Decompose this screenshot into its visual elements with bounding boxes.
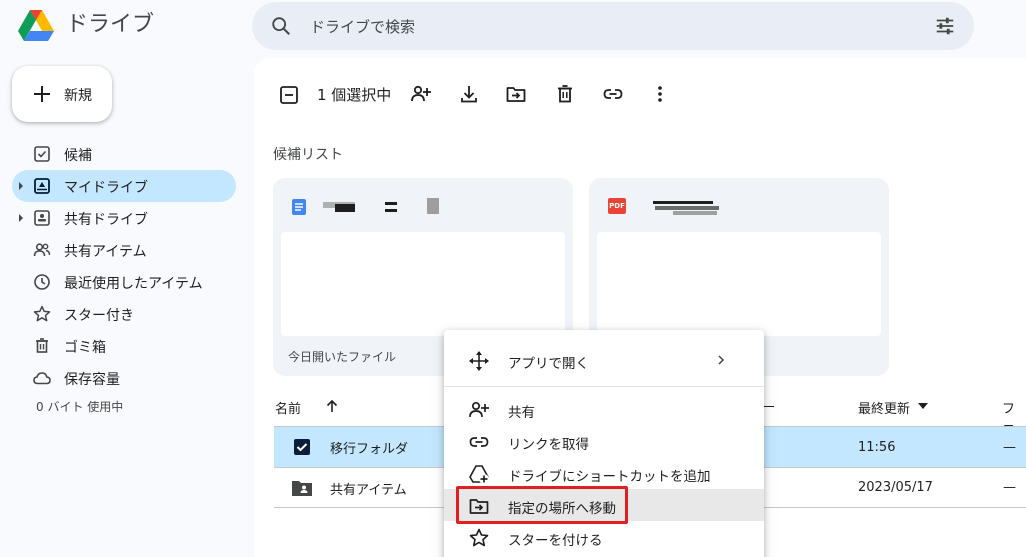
file-size: — bbox=[1003, 440, 1016, 455]
column-header-name[interactable]: 名前 bbox=[275, 398, 301, 417]
menu-item-label: リンクを取得 bbox=[508, 437, 589, 453]
sidebar-item-label: ゴミ箱 bbox=[64, 340, 106, 356]
menu-divider bbox=[444, 386, 764, 387]
add-shortcut-icon bbox=[469, 465, 489, 484]
redacted-filename bbox=[385, 209, 397, 212]
deselect-icon[interactable] bbox=[278, 84, 300, 106]
redacted-filename bbox=[427, 198, 439, 214]
highlight-annotation bbox=[456, 486, 628, 524]
search-input[interactable]: ドライブで検索 bbox=[310, 16, 415, 37]
sidebar-item-shared-drives[interactable]: 共有ドライブ bbox=[12, 202, 236, 234]
selection-count: 1 個選択中 bbox=[317, 86, 392, 104]
redacted-filename bbox=[335, 204, 355, 212]
expand-caret-icon[interactable] bbox=[19, 182, 23, 190]
redacted-filename bbox=[673, 211, 717, 215]
sidebar-item-shared-with-me[interactable]: 共有アイテム bbox=[12, 234, 236, 266]
people-icon bbox=[33, 243, 51, 257]
star-icon bbox=[469, 528, 489, 547]
suggestion-reason: 今日開いたファイル bbox=[288, 350, 397, 364]
column-header-divider bbox=[764, 406, 774, 407]
more-vert-icon[interactable] bbox=[649, 83, 671, 105]
sidebar-item-my-drive[interactable]: マイドライブ bbox=[12, 170, 236, 202]
sidebar-item-recent[interactable]: 最近使用したアイテム bbox=[12, 266, 236, 298]
link-icon bbox=[469, 437, 489, 447]
open-with-icon bbox=[469, 351, 489, 371]
file-modified: 11:56 bbox=[858, 440, 896, 455]
check-box-icon bbox=[34, 146, 50, 162]
file-modified: 2023/05/17 bbox=[858, 480, 933, 495]
shared-folder-icon bbox=[292, 481, 312, 496]
redacted-filename bbox=[385, 202, 397, 205]
cloud-icon bbox=[33, 372, 51, 385]
clock-icon bbox=[34, 274, 50, 290]
my-drive-icon bbox=[34, 178, 50, 194]
redacted-filename bbox=[655, 206, 719, 210]
drive-logo-icon[interactable] bbox=[16, 6, 56, 46]
sidebar-item-label: 共有アイテム bbox=[64, 244, 147, 260]
download-icon[interactable] bbox=[458, 83, 480, 105]
link-icon[interactable] bbox=[602, 83, 624, 105]
redacted-filename bbox=[653, 201, 713, 204]
search-icon[interactable] bbox=[270, 15, 292, 37]
pdf-icon: PDF bbox=[608, 198, 626, 214]
new-button-label: 新規 bbox=[64, 88, 92, 104]
search-options-icon[interactable] bbox=[934, 15, 956, 37]
sidebar-item-label: 保存容量 bbox=[64, 372, 120, 388]
menu-item-label: スターを付ける bbox=[508, 533, 603, 549]
sort-caret-down-icon[interactable] bbox=[918, 403, 928, 411]
file-thumbnail bbox=[597, 232, 881, 336]
add-person-icon bbox=[469, 401, 489, 418]
plus-icon bbox=[34, 86, 50, 102]
trash-icon[interactable] bbox=[554, 83, 576, 105]
sidebar-item-label: スター付き bbox=[64, 308, 134, 324]
sidebar-item-storage[interactable]: 保存容量 bbox=[12, 362, 236, 394]
google-docs-icon bbox=[292, 199, 306, 215]
share-icon[interactable] bbox=[410, 83, 432, 105]
file-thumbnail bbox=[281, 232, 565, 336]
star-icon bbox=[33, 305, 51, 322]
checkbox-checked-icon[interactable] bbox=[293, 438, 311, 456]
column-header-modified[interactable]: 最終更新 bbox=[858, 398, 910, 417]
menu-item-get-link[interactable]: リンクを取得 bbox=[444, 425, 764, 457]
expand-caret-icon[interactable] bbox=[19, 214, 23, 222]
sidebar-item-suggested[interactable]: 候補 bbox=[12, 138, 236, 170]
menu-item-open-with[interactable]: アプリで開く bbox=[444, 344, 764, 376]
new-button[interactable]: 新規 bbox=[12, 66, 112, 122]
menu-item-add-star[interactable]: スターを付ける bbox=[444, 521, 764, 553]
file-size: — bbox=[1003, 480, 1016, 495]
chevron-right-icon bbox=[718, 355, 725, 365]
file-name[interactable]: 共有アイテム bbox=[330, 479, 407, 498]
menu-item-label: ドライブにショートカットを追加 bbox=[508, 469, 711, 485]
sort-arrow-up-icon[interactable] bbox=[324, 398, 340, 414]
menu-item-add-shortcut[interactable]: ドライブにショートカットを追加 bbox=[444, 457, 764, 489]
sidebar-item-label: 候補 bbox=[64, 148, 92, 164]
storage-usage-text: 0 バイト 使用中 bbox=[36, 400, 124, 414]
move-to-folder-icon[interactable] bbox=[505, 83, 527, 105]
shared-drive-icon bbox=[34, 210, 50, 226]
sidebar-item-trash[interactable]: ゴミ箱 bbox=[12, 330, 236, 362]
sidebar-item-label: 共有ドライブ bbox=[64, 212, 148, 228]
trash-icon bbox=[36, 338, 48, 353]
brand-name: ドライブ bbox=[66, 12, 155, 37]
menu-item-label: 共有 bbox=[508, 405, 535, 421]
sidebar-item-label: マイドライブ bbox=[64, 180, 148, 196]
menu-item-share[interactable]: 共有 bbox=[444, 393, 764, 425]
sidebar-item-label: 最近使用したアイテム bbox=[64, 276, 203, 292]
suggestions-title: 候補リスト bbox=[273, 147, 343, 163]
menu-item-label: アプリで開く bbox=[508, 356, 589, 372]
file-name[interactable]: 移行フォルダ bbox=[330, 438, 408, 457]
sidebar-item-starred[interactable]: スター付き bbox=[12, 298, 236, 330]
search-bar[interactable]: ドライブで検索 bbox=[252, 2, 974, 50]
